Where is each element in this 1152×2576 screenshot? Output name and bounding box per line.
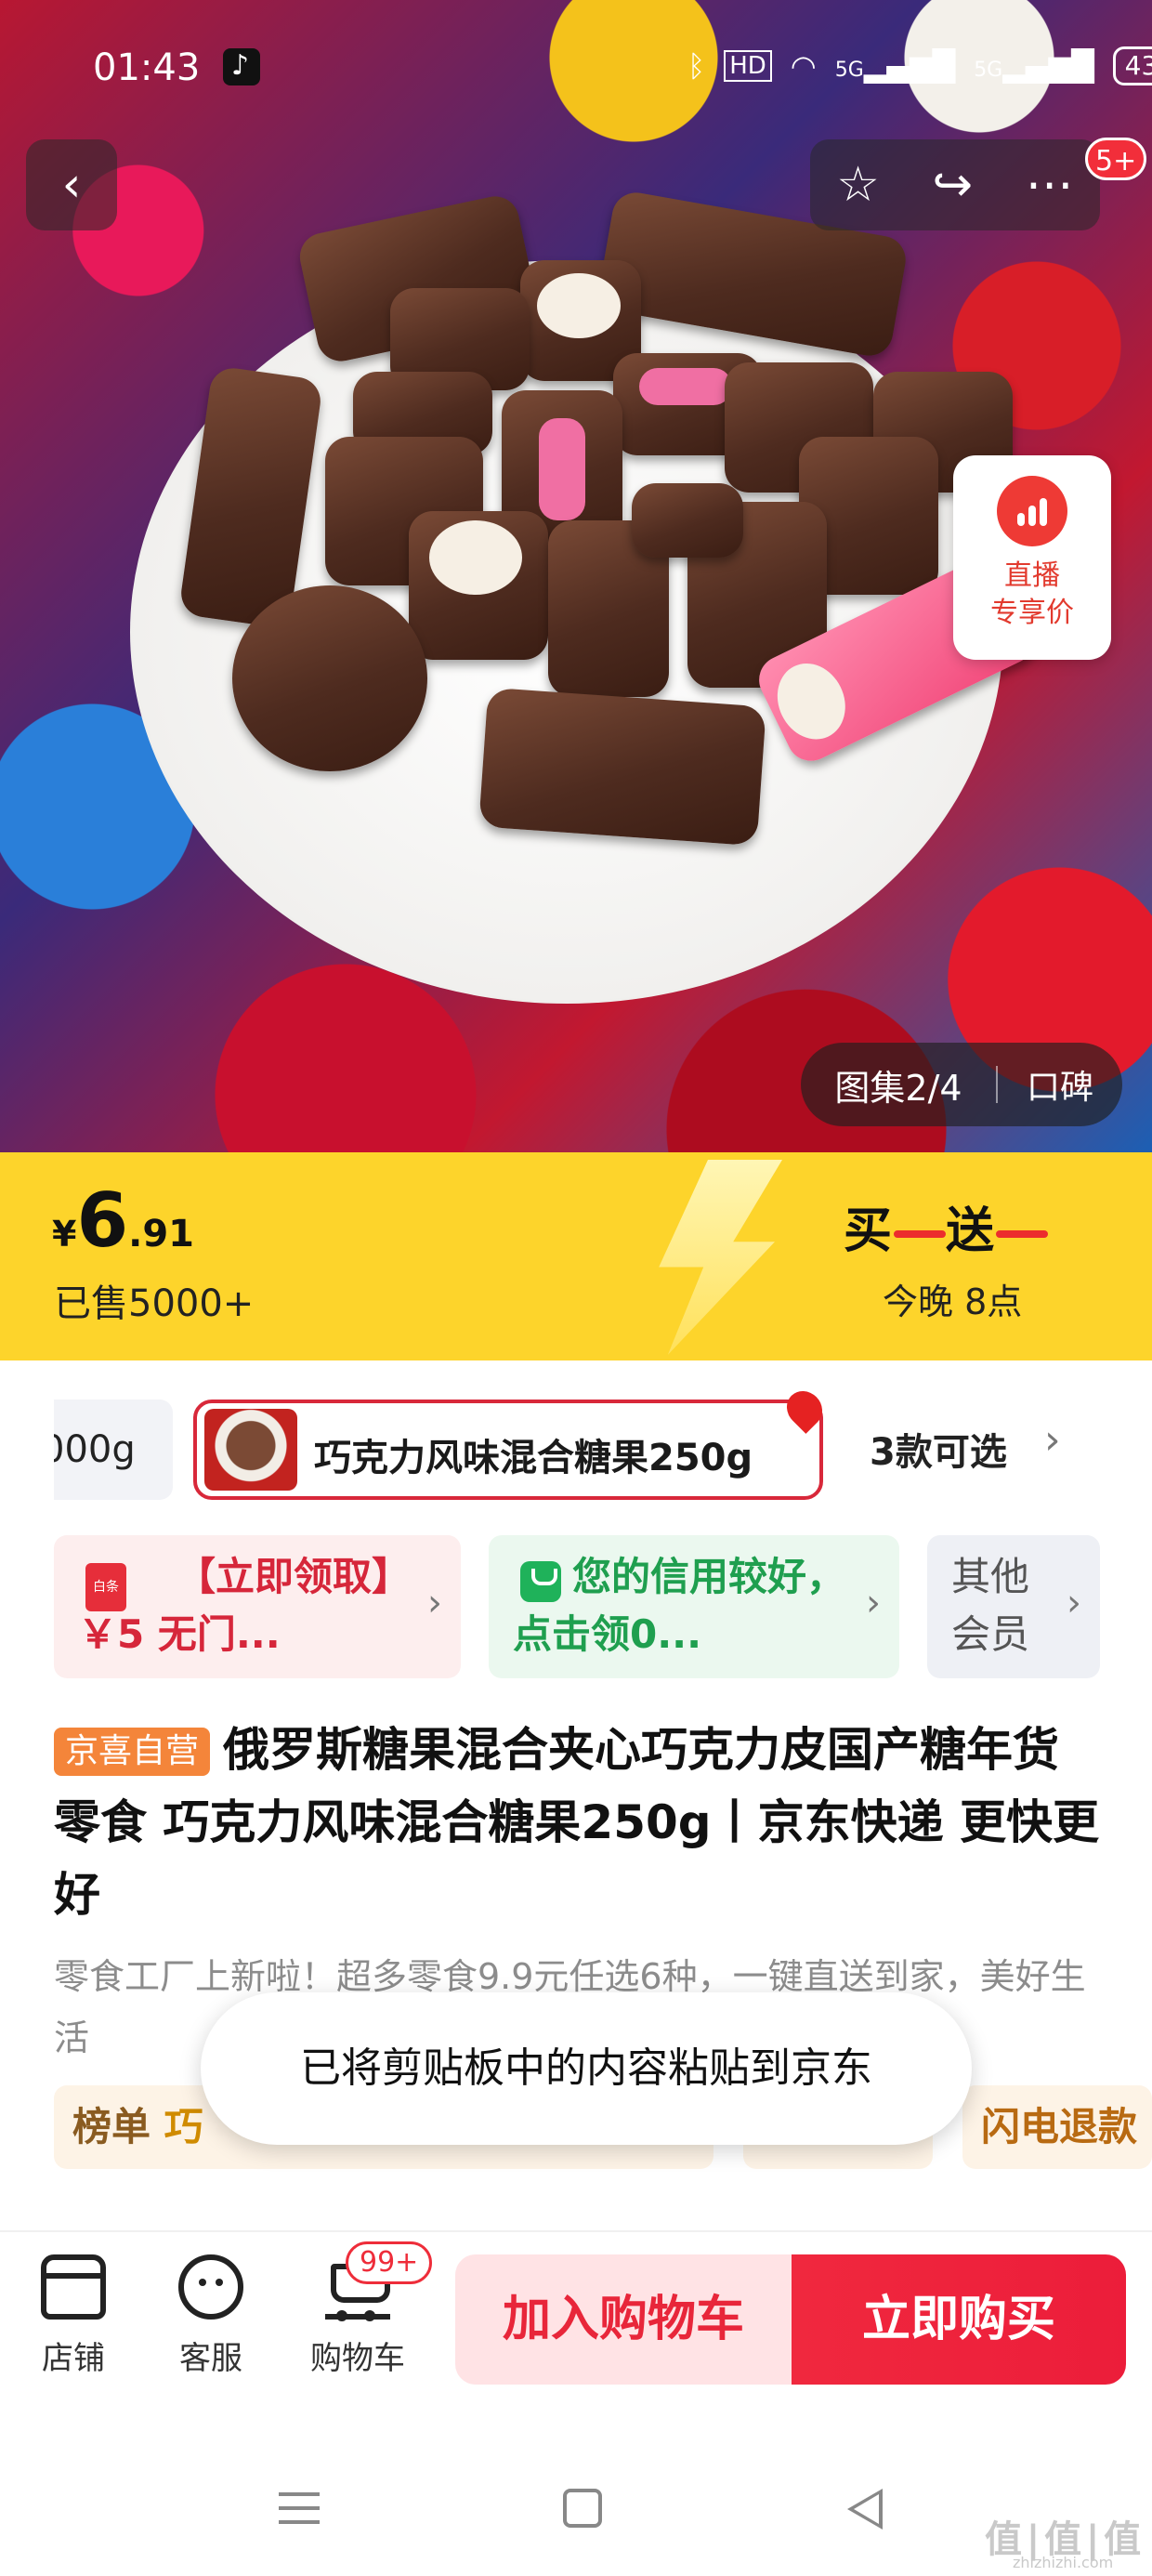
watermark-url: zhizhizhi.com <box>1013 2554 1114 2571</box>
gallery-counter[interactable]: 图集2/4 <box>801 1059 996 1111</box>
chevron-right-icon: › <box>866 1582 881 1624</box>
signal-icon-2: 5G▂▄▆█ <box>974 48 1094 84</box>
live-label-line2: 专享价 <box>990 597 1074 629</box>
variant-label: 巧克力风味混合糖果250g <box>314 1437 753 1479</box>
bottom-action-bar: 店铺 客服 购物车 99+ 加入购物车 立即购买 <box>0 2232 1152 2409</box>
coupon-credit[interactable]: 您的信用较好，点击领0... › <box>489 1535 899 1678</box>
status-bar: 01:43 ᛒ HD ◠ 5G▂▄▆█ 5G▂▄▆█ 43 <box>0 0 1152 130</box>
store-tag: 京喜自营 <box>54 1728 211 1776</box>
sold-count: 已售5000+ <box>54 1282 255 1325</box>
add-to-cart-button[interactable]: 加入购物车 <box>455 2254 792 2385</box>
status-time: 01:43 <box>93 46 201 89</box>
price-integer: 6 <box>76 1177 129 1264</box>
variant-option-prev[interactable]: 000g <box>54 1400 173 1500</box>
share-icon[interactable]: ↪ <box>933 157 974 213</box>
coupon-baitiao[interactable]: 白条 【立即领取】￥5 无门... › <box>54 1535 461 1678</box>
clipboard-toast: 已将剪贴板中的内容粘贴到京东 <box>201 1992 972 2145</box>
store-icon <box>41 2254 106 2320</box>
top-action-group: ☆ ↪ ⋯ <box>810 139 1100 230</box>
lightning-icon <box>659 1160 782 1355</box>
chevron-right-icon: › <box>1067 1582 1081 1624</box>
live-label-line1: 直播 <box>1004 559 1060 592</box>
coupon-text: 您的信用较好，点击领0... <box>513 1554 846 1657</box>
star-icon[interactable]: ☆ <box>836 157 880 213</box>
chocolate-piece <box>632 483 743 558</box>
live-stream-icon <box>997 476 1067 546</box>
variant-count[interactable]: 3款可选 <box>870 1422 1007 1476</box>
coupon-text: 其他会员 <box>951 1554 1030 1657</box>
lightning-refund[interactable]: 闪电退款 <box>962 2085 1152 2169</box>
price: ¥ 6 .91 <box>52 1176 194 1266</box>
home-icon[interactable] <box>563 2489 602 2528</box>
variant-thumbnail <box>204 1409 297 1491</box>
back-triangle-icon[interactable] <box>847 2489 883 2530</box>
chocolate-piece <box>409 511 548 660</box>
variant-selector: 000g 巧克力风味混合糖果250g 3款可选 › <box>0 1384 1152 1505</box>
cart-badge: 99+ <box>346 2241 433 2284</box>
chevron-right-icon[interactable]: › <box>1044 1416 1061 1464</box>
chevron-right-icon: › <box>427 1582 442 1624</box>
price-currency: ¥ <box>52 1214 77 1255</box>
system-nav-bar <box>0 2435 1152 2576</box>
coupon-member[interactable]: 其他会员 › <box>927 1535 1100 1678</box>
wifi-icon: ◠ <box>790 48 817 84</box>
buy-now-button[interactable]: 立即购买 <box>792 2254 1126 2385</box>
shop-label: 店铺 <box>42 2340 105 2377</box>
product-title: 京喜自营 俄罗斯糖果混合夹心巧克力皮国产糖年货零食 巧克力风味混合糖果250g丨京… <box>54 1714 1104 1931</box>
hd-icon: HD <box>724 50 772 82</box>
customer-service-icon <box>178 2254 243 2320</box>
promo-time: 今晚 8点 <box>883 1281 1023 1322</box>
product-title-text: 俄罗斯糖果混合夹心巧克力皮国产糖年货零食 巧克力风味混合糖果250g丨京东快递 … <box>54 1723 1099 1922</box>
chocolate-piece <box>478 687 766 847</box>
price-banner: ¥ 6 .91 已售5000+ 买送 今晚 8点 <box>0 1152 1152 1360</box>
tiktok-icon <box>223 48 260 85</box>
signal-icon: 5G▂▄▆█ <box>834 48 956 84</box>
service-label: 客服 <box>179 2340 242 2377</box>
live-price-widget[interactable]: 直播 专享价 <box>953 455 1111 660</box>
notification-badge: 5+ <box>1085 138 1147 180</box>
ellipsis-icon[interactable]: ⋯ <box>1026 157 1074 213</box>
chocolate-ball <box>232 585 427 771</box>
promo-title: 买送 <box>844 1191 1049 1261</box>
variant-option-active[interactable]: 巧克力风味混合糖果250g <box>193 1400 823 1500</box>
chevron-left-icon: ‹ <box>61 157 82 213</box>
reviews-tab[interactable]: 口碑 <box>998 1060 1122 1109</box>
status-indicators: ᛒ HD ◠ 5G▂▄▆█ 5G▂▄▆█ 43 <box>687 46 1152 85</box>
coupon-text: 【立即领取】￥5 无门... <box>78 1554 412 1657</box>
shop-tab[interactable]: 店铺 <box>4 2254 143 2378</box>
bluetooth-icon: ᛒ <box>687 48 706 84</box>
service-tab[interactable]: 客服 <box>141 2254 281 2378</box>
cart-label: 购物车 <box>310 2340 405 2377</box>
menu-icon[interactable] <box>279 2492 320 2524</box>
gallery-pill[interactable]: 图集2/4 口碑 <box>801 1043 1122 1126</box>
back-button[interactable]: ‹ <box>26 139 117 230</box>
battery-icon: 43 <box>1112 46 1152 85</box>
price-decimal: .91 <box>128 1213 194 1255</box>
